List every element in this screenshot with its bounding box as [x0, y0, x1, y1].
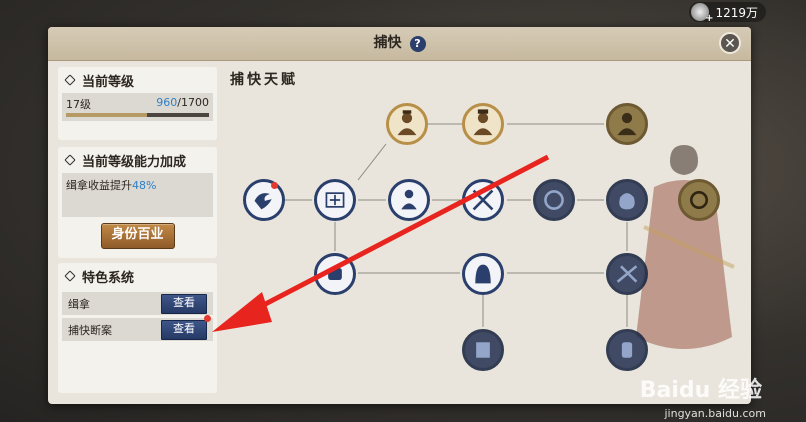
crossed-weapons-icon: [616, 265, 638, 283]
talent-node-hand-seal[interactable]: [243, 179, 285, 221]
guard-figure-icon: [401, 189, 417, 210]
level-box: 17级 960/1700: [62, 93, 213, 121]
baidu-watermark-url: jingyan.baidu.com: [664, 407, 766, 420]
talent-node-seal[interactable]: [678, 179, 720, 221]
notification-dot: [204, 315, 211, 322]
feature-label: 缉拿: [68, 297, 90, 311]
window-title: 捕快 ?: [374, 27, 426, 60]
feature-card: 特色系统 缉拿 查看 捕快断案 查看: [58, 263, 217, 393]
seal-emblem-icon: [690, 191, 708, 209]
feature-row-arrest: 缉拿 查看: [62, 292, 213, 315]
talent-node-official-2[interactable]: [462, 103, 504, 145]
exp-progress-fill: [66, 113, 147, 117]
talent-node-official-3[interactable]: [606, 103, 648, 145]
talent-node-official-1[interactable]: [386, 103, 428, 145]
exp-current: 960: [156, 96, 178, 109]
identity-profession-button[interactable]: 身份百业: [100, 223, 175, 249]
silver-coin-icon: [691, 3, 713, 24]
bonus-card-title: 当前等级能力加成: [82, 154, 187, 170]
currency-amount: 1219万: [715, 5, 758, 20]
talent-node-hooded-figure[interactable]: [462, 253, 504, 295]
talent-node-chain[interactable]: [533, 179, 575, 221]
feature-row-case: 捕快断案 查看: [62, 315, 213, 341]
talent-node-medical[interactable]: [314, 179, 356, 221]
talent-tree: 捕快天赋: [224, 67, 744, 397]
fist-icon: [328, 268, 342, 280]
diamond-bullet-icon: [64, 270, 76, 282]
exp-readout: 960/1700: [156, 96, 209, 109]
feature-card-header: 特色系统: [58, 263, 217, 289]
catcher-window: 捕快 ? ✕ 当前等级 17级 960/1700 当前等级能力加成 缉拿收益提升…: [48, 27, 751, 404]
bonus-card: 当前等级能力加成 缉拿收益提升48% 身份百业: [58, 147, 217, 258]
official-portrait-icon: [473, 109, 493, 136]
left-panel: 当前等级 17级 960/1700 当前等级能力加成 缉拿收益提升48% 身份百…: [58, 67, 217, 393]
currency-display[interactable]: 1219万: [689, 2, 766, 24]
level-card-title: 当前等级: [82, 74, 135, 90]
official-portrait-icon: [397, 110, 417, 136]
talent-node-fist[interactable]: [314, 253, 356, 295]
notification-dot: [271, 182, 278, 189]
armor-icon: [476, 342, 490, 358]
diamond-bullet-icon: [64, 74, 76, 86]
talent-node-armor[interactable]: [462, 329, 504, 371]
view-arrest-button[interactable]: 查看: [161, 293, 207, 314]
talent-node-crossed-swords[interactable]: [462, 179, 504, 221]
diamond-bullet-icon: [64, 154, 76, 166]
window-title-text: 捕快: [373, 35, 402, 51]
feature-label: 捕快断案: [68, 323, 112, 337]
talent-node-pouch[interactable]: [606, 179, 648, 221]
talent-node-lantern[interactable]: [606, 329, 648, 371]
level-card: 当前等级 17级 960/1700: [58, 67, 217, 140]
talent-node-weapons[interactable]: [606, 253, 648, 295]
bonus-text: 缉拿收益提升: [66, 179, 132, 192]
close-button[interactable]: ✕: [719, 32, 741, 54]
bonus-card-header: 当前等级能力加成: [58, 147, 217, 173]
talent-node-guard[interactable]: [388, 179, 430, 221]
medical-box-icon: [325, 192, 345, 208]
feature-card-title: 特色系统: [82, 270, 135, 286]
help-icon[interactable]: ?: [409, 35, 426, 52]
chain-ring-icon: [544, 190, 564, 210]
baidu-watermark: Baidu 经验: [639, 378, 762, 403]
crossed-swords-icon: [472, 189, 494, 211]
view-case-button[interactable]: 查看: [161, 319, 207, 340]
title-bar: 捕快 ? ✕: [48, 27, 751, 61]
exp-progress-bar: [66, 113, 209, 117]
official-portrait-icon: [617, 112, 637, 136]
level-card-header: 当前等级: [58, 67, 217, 93]
bonus-box: 缉拿收益提升48%: [62, 173, 213, 217]
level-label: 17级: [66, 98, 91, 111]
exp-max: /1700: [177, 96, 209, 109]
lantern-icon: [621, 342, 633, 358]
pouch-icon: [619, 193, 635, 210]
hooded-figure-icon: [475, 264, 491, 284]
bonus-pct: 48%: [132, 179, 157, 192]
